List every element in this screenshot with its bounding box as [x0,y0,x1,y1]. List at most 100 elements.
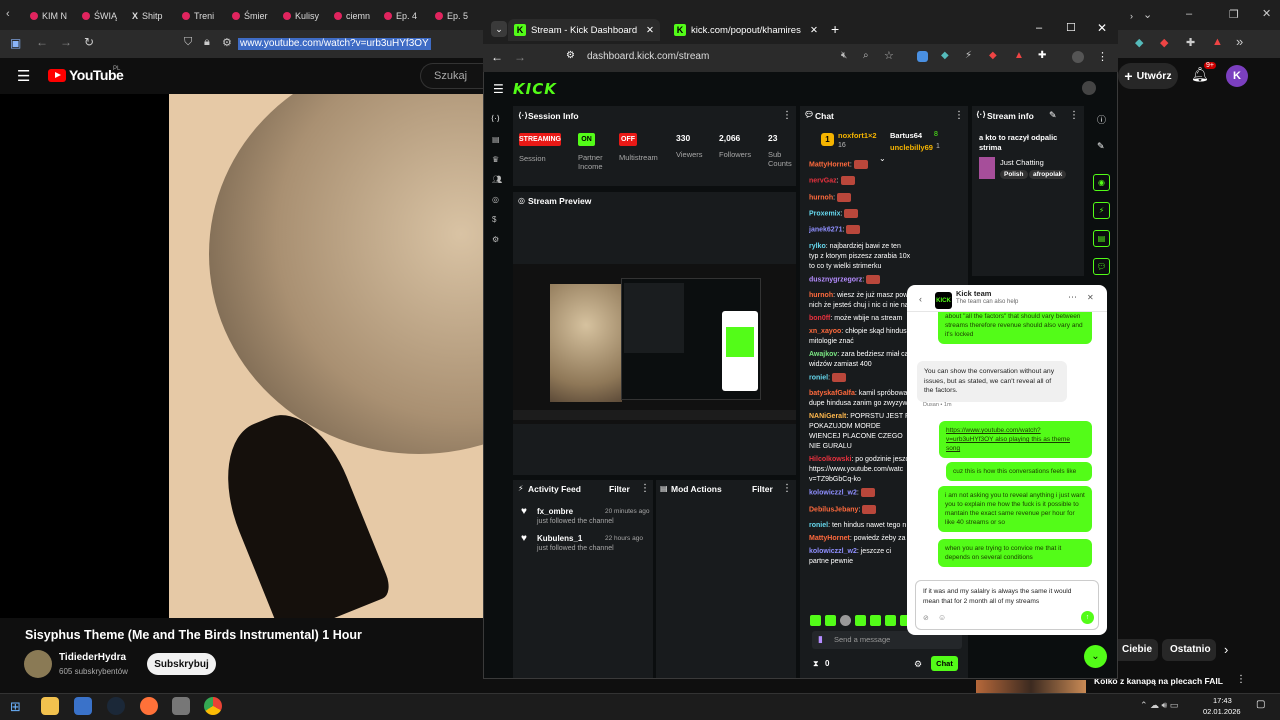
minimize-icon[interactable]: – [1036,22,1042,34]
file-explorer-icon[interactable] [41,697,59,715]
chip-ostatnio[interactable]: Ostatnio [1162,639,1216,661]
firefox-icon[interactable] [140,697,158,715]
close-icon[interactable]: ✕ [1262,7,1271,20]
extension-icon[interactable]: ◆ [941,50,949,61]
shield-icon[interactable]: ⛉ [184,36,192,49]
tab-kick-popout[interactable]: K kick.com/popout/khamires/cha ✕ [668,19,824,41]
menu-icon[interactable]: ☰ [493,82,504,96]
emote-icon[interactable] [855,615,866,626]
chat-username[interactable]: dusznygrzegorz [809,276,862,283]
windows-start-icon[interactable]: ⊞ [10,699,21,715]
lock-icon[interactable]: 🔒︎ [204,36,210,49]
star-icon[interactable]: ☆ [884,49,894,62]
chat-username[interactable]: hurnoh [809,292,833,299]
chevron-down-icon[interactable]: ⌄ [1143,8,1152,21]
new-tab-icon[interactable]: + [831,21,839,37]
chat-username[interactable]: kolowiczzl_w2 [809,490,857,497]
chat-settings-icon[interactable]: ⚙ [914,659,922,670]
reload-icon[interactable]: ↻ [84,35,94,49]
top-gifter-name[interactable]: Bartus64 [890,131,922,140]
edit-icon[interactable]: ✎ [1097,141,1105,152]
extension-icon[interactable]: ▲ [1212,36,1223,48]
rail-layout-button[interactable]: ▤ [1093,230,1110,247]
more-options-icon[interactable]: ⋮ [640,483,650,494]
chat-username[interactable]: nervGaz [809,178,837,185]
forward-icon[interactable]: → [514,50,526,64]
emote-icon[interactable] [810,615,821,626]
tab[interactable]: ŚWIĄ [82,5,117,27]
youtube-link[interactable]: https://www.youtube.com/watch?v=urb3uHYf… [946,427,1070,452]
chevron-right-icon[interactable]: › [1224,642,1228,657]
site-settings-icon[interactable]: ⚙ [222,36,232,49]
edit-icon[interactable]: ✎ [1049,110,1057,121]
sidebar-icon[interactable]: ▣ [10,36,21,50]
info-icon[interactable]: ⓘ [1097,113,1106,126]
menu-icon[interactable]: ☰ [17,67,30,85]
chat-username[interactable]: Awajkov [809,351,837,358]
chat-username[interactable]: MattyHornet [809,161,850,168]
video-player[interactable] [169,94,483,618]
more-options-icon[interactable]: ⋮ [954,110,964,121]
forward-icon[interactable]: → [60,35,72,49]
site-settings-icon[interactable]: ⚙ [566,50,575,61]
tag-badge[interactable]: Polish [1000,170,1028,179]
back-icon[interactable]: ← [491,50,503,64]
steam-icon[interactable] [107,697,125,715]
url-field[interactable]: dashboard.kick.com/stream [587,51,709,62]
users-icon[interactable]: 👥︎ [492,175,502,184]
close-window-icon[interactable]: ✕ [1097,21,1107,35]
close-tab-icon[interactable]: ✕ [810,25,818,36]
chat-username[interactable]: batyskafGalfa [809,390,855,397]
channel-avatar[interactable] [24,650,52,678]
tab[interactable]: Śmier [232,5,268,27]
stream-icon[interactable]: ⟨·⟩ [491,114,500,123]
attachment-icon[interactable]: ⊘ [923,614,929,622]
extension-icon[interactable]: ◆ [1160,36,1168,49]
tab[interactable]: Treni [182,5,214,27]
system-tray-icon[interactable]: ⌃ ☁ 🔊︎ ▭ [1140,700,1178,711]
tab-kick-dashboard[interactable]: K Stream - Kick Dashboard ✕ [508,19,660,41]
emoji-icon[interactable]: ☺ [938,613,946,622]
stream-preview-video[interactable] [513,264,796,424]
chat-username[interactable]: rylko [809,243,826,250]
tab[interactable]: KIM N [30,5,67,27]
kick-logo[interactable]: KICK [513,80,557,98]
more-options-icon[interactable]: ⋮ [1097,50,1108,63]
chat-username[interactable]: Proxemix [809,210,841,217]
chat-username[interactable]: roniel [809,374,828,381]
minimize-icon[interactable]: – [1186,8,1192,20]
back-icon[interactable]: ‹ [6,8,10,20]
camera-icon[interactable]: ◎ [492,195,499,204]
rail-chat-button[interactable]: 💬︎ [1093,258,1110,275]
back-icon[interactable]: ‹ [919,294,922,304]
subscribe-button[interactable]: Subskrybuj [147,653,216,675]
chat-username[interactable]: DebilusJebany [809,506,858,513]
clock-time[interactable]: 17:43 [1213,696,1232,705]
trophy-icon[interactable]: ♛ [492,155,499,164]
tab[interactable]: Ep. 4 [384,5,417,27]
top-gifter-name[interactable]: unclebilly69 [890,143,933,152]
chat-username[interactable]: Hilcolkowski [809,456,851,463]
back-icon[interactable]: ← [36,35,48,49]
chat-username[interactable]: kolowiczzl_w2 [809,548,857,555]
emote-icon[interactable] [825,615,836,626]
close-icon[interactable]: ✕ [1087,293,1094,302]
extension-icon[interactable]: ⚡ [965,50,972,61]
rail-lightning-button[interactable]: ⚡ [1093,202,1110,219]
more-options-icon[interactable]: ⋮ [782,110,792,121]
support-composer[interactable]: If it was and my salalry is always the s… [915,580,1099,630]
tab[interactable]: X Shitp [132,5,163,27]
emote-icon[interactable] [840,615,851,626]
chat-username[interactable]: hurnoh [809,194,833,201]
tab-search-icon[interactable]: ⌄ [491,21,507,37]
send-icon[interactable]: ↑ [1081,611,1094,624]
activity-filter-button[interactable]: Filter [609,484,630,494]
clock-date[interactable]: 02.01.2026 [1203,707,1241,716]
chat-username[interactable]: xn_xayoo [809,328,841,335]
extension-icon[interactable] [917,51,928,62]
restore-icon[interactable]: ❐ [1229,8,1239,21]
mod-filter-button[interactable]: Filter [752,484,773,494]
money-icon[interactable]: $ [492,215,496,224]
chat-username[interactable]: janek6271 [809,227,842,234]
more-options-icon[interactable]: ⋮ [1069,110,1079,121]
